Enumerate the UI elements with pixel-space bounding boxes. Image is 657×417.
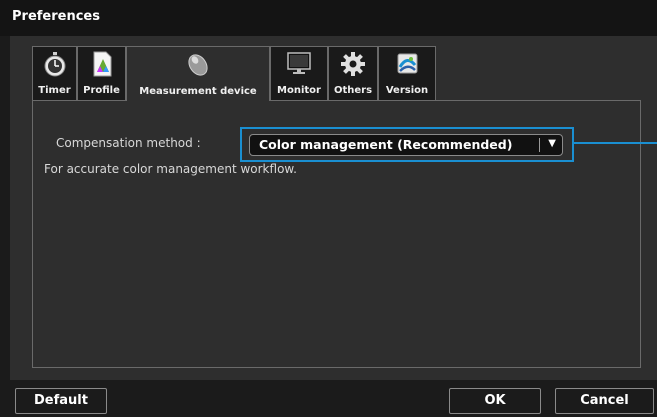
tab-label: Monitor [277,85,321,96]
title-bar: Preferences [0,0,657,36]
tab-timer[interactable]: Timer [32,46,77,100]
tab-measurement-device[interactable]: Measurement device [126,46,270,101]
callout-leader-line [574,142,657,144]
tab-profile[interactable]: Profile [77,46,126,100]
tab-label: Profile [83,85,120,96]
default-button[interactable]: Default [15,388,107,414]
compensation-method-label: Compensation method : [56,136,201,150]
compensation-description: For accurate color management workflow. [44,162,297,176]
tab-label: Others [333,85,373,96]
window-title: Preferences [12,9,100,24]
stopwatch-icon [44,52,65,77]
select-value: Color management (Recommended) [259,137,513,152]
preferences-dialog: Timer Profile Measurement device Monitor… [10,36,657,380]
tab-label: Version [385,85,429,96]
cancel-button[interactable]: Cancel [555,388,654,414]
gear-icon [341,52,365,76]
chevron-down-icon[interactable]: ▼ [548,138,556,149]
tab-label: Measurement device [139,86,257,97]
select-separator [539,138,540,152]
ok-button[interactable]: OK [449,388,541,414]
monitor-icon [287,52,311,74]
profile-icon [93,51,111,77]
tab-monitor[interactable]: Monitor [270,46,328,100]
tab-others[interactable]: Others [328,46,378,100]
version-icon [397,53,418,74]
tab-label: Timer [38,85,71,96]
measurement-device-icon [188,54,208,76]
tab-version[interactable]: Version [378,46,436,100]
compensation-method-select[interactable]: Color management (Recommended) ▼ [249,134,563,156]
